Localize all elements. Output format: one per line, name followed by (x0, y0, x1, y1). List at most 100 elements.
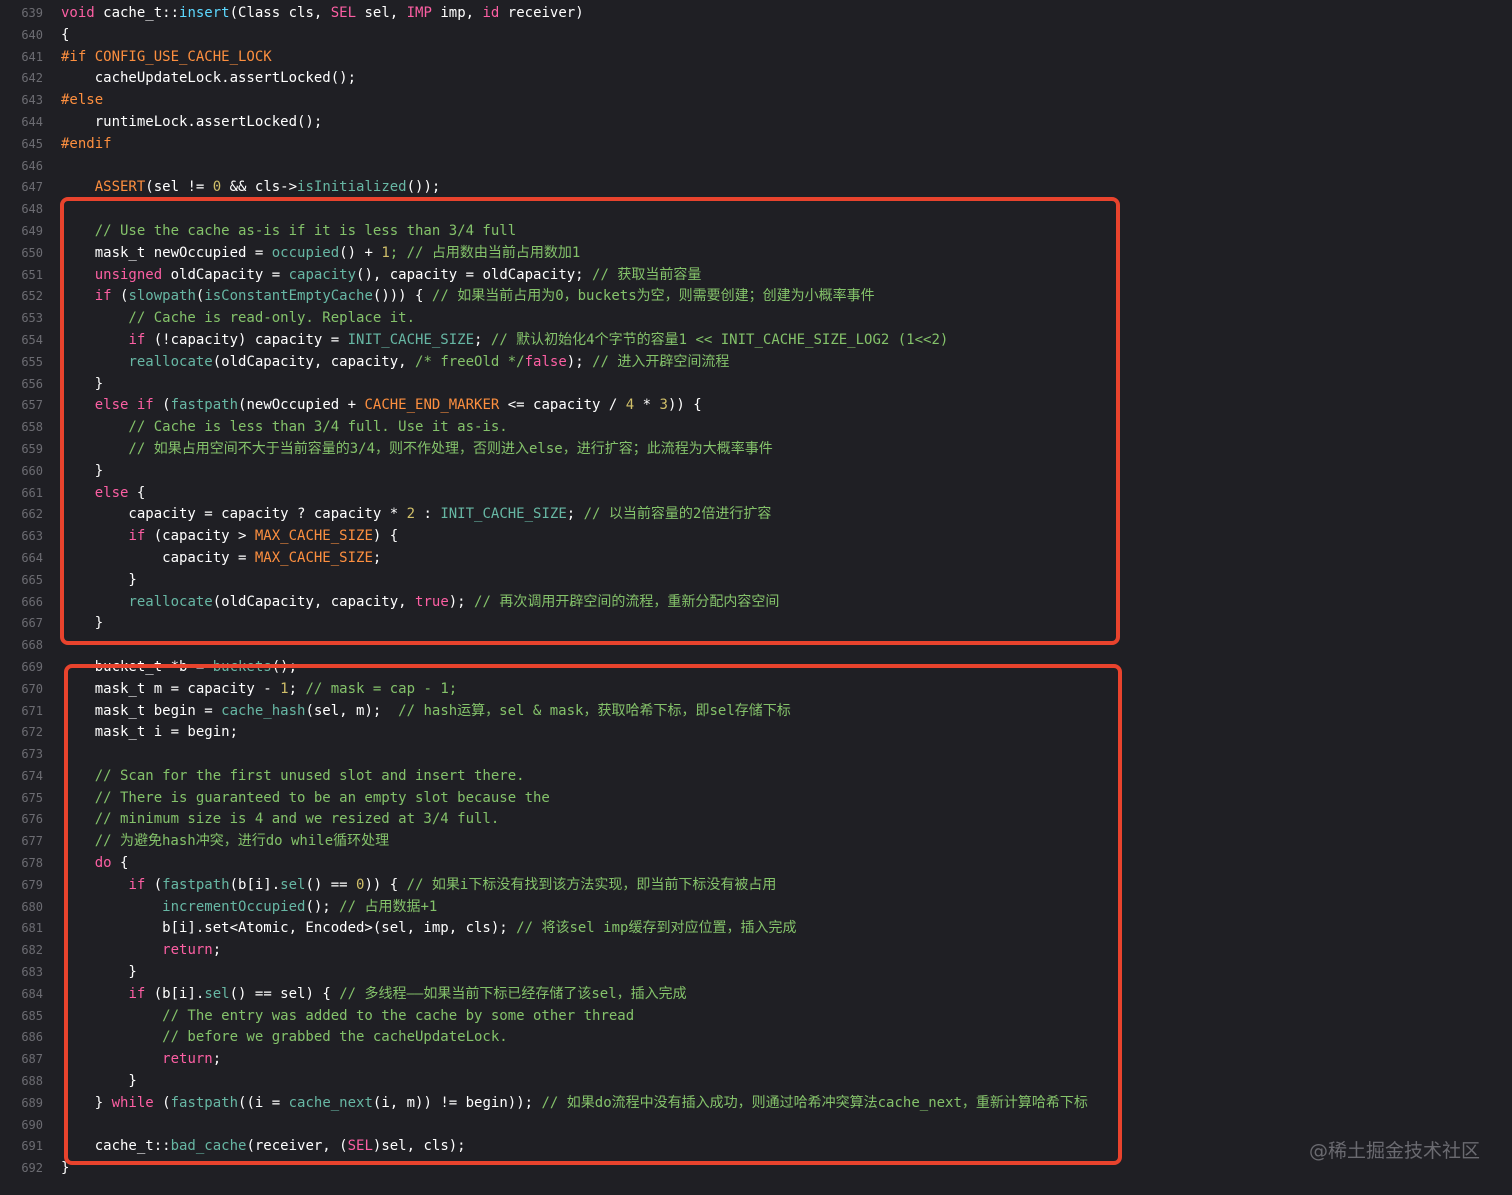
line-source: } (61, 1158, 69, 1180)
code-token: sel (204, 985, 230, 1002)
code-token: } (61, 462, 104, 479)
code-token: do (94, 855, 112, 872)
line-number: 689 (21, 1095, 43, 1110)
code-token: #else (61, 92, 104, 109)
code-editor[interactable]: 639 void cache_t::insert(Class cls, SEL s… (0, 0, 1512, 1195)
line-source: unsigned oldCapacity = capacity(), capac… (61, 265, 702, 287)
code-token: MAX_CACHE_SIZE (254, 549, 373, 566)
line-number: 666 (21, 594, 43, 609)
code-token: SEL (330, 5, 357, 21)
code-token: cache_t:: (94, 5, 180, 21)
line-source: do { (61, 853, 129, 875)
code-token: { (128, 484, 146, 501)
line-source: reallocate(oldCapacity, capacity, /* fre… (61, 352, 729, 374)
line-source: #endif (61, 134, 112, 156)
code-token: true (415, 593, 449, 610)
code-token: (!capacity) capacity = (145, 331, 348, 348)
line-number: 675 (21, 790, 43, 805)
code-token: if (94, 288, 112, 305)
code-token: ASSERT (94, 179, 146, 196)
code-token: reallocate (128, 353, 213, 370)
code-token: ; // 占用数由当前占用数加1 (389, 244, 581, 261)
code-token: // 进入开辟空间流程 (592, 353, 730, 370)
line-source: #else (61, 90, 103, 112)
code-token: fastpath (162, 876, 230, 893)
line-number: 665 (21, 572, 43, 587)
line-source: cacheUpdateLock.assertLocked(); (61, 68, 356, 90)
line-number: 680 (21, 899, 43, 914)
line-number: 659 (21, 441, 43, 456)
line-source: } (61, 962, 136, 984)
line-number: 668 (21, 638, 43, 653)
line-source: else { (61, 483, 146, 505)
line-source: } (61, 570, 136, 592)
line-source: if (b[i].sel() == sel) { // 多线程——如果当前下标已… (61, 984, 686, 1006)
code-token: // 默认初始化4个字节的容量1 << INIT_CACHE_SIZE_LOG2… (490, 331, 949, 348)
code-token: ; (288, 680, 306, 697)
line-source: return; (61, 940, 221, 962)
code-token: reallocate (128, 593, 213, 610)
line-number: 640 (21, 27, 43, 42)
code-token: ; (474, 331, 491, 348)
code-token: // 获取当前容量 (592, 266, 702, 283)
line-source: mask_t i = begin; (61, 722, 238, 744)
code-token: ); (566, 353, 593, 370)
code-token: // 以当前容量的2倍进行扩容 (583, 506, 772, 523)
code-token: { (111, 855, 129, 872)
code-token: cache_t:: (61, 1138, 171, 1155)
line-number: 671 (21, 703, 43, 718)
code-token: () + (339, 244, 382, 261)
code-token: else (94, 484, 129, 501)
line-number: 657 (21, 398, 43, 413)
line-number: 644 (21, 114, 43, 129)
line-number: 660 (21, 463, 43, 478)
code-token: // 再次调用开辟空间的流程，重新分配内容空间 (474, 593, 780, 610)
line-source: incrementOccupied(); // 占用数据+1 (61, 897, 437, 919)
line-number: 677 (21, 834, 43, 849)
code-token: () == (305, 876, 357, 893)
code-token: (), capacity = oldCapacity; (356, 266, 593, 283)
code-token: ( (111, 288, 129, 305)
code-token: <= capacity / (499, 397, 626, 414)
code-token: slowpath (128, 288, 196, 305)
code-token: ( (153, 1094, 171, 1111)
code-token: while (111, 1094, 154, 1111)
line-source: runtimeLock.assertLocked(); (61, 112, 323, 134)
line-source: // The entry was added to the cache by s… (61, 1006, 634, 1028)
code-token: #endif (61, 135, 112, 152)
line-source: // Cache is read-only. Replace it. (61, 308, 415, 330)
line-number: 678 (21, 856, 43, 871)
code-token: // before we grabbed the cacheUpdateLock… (61, 1029, 508, 1046)
code-token: capacity = (61, 549, 255, 566)
line-source: mask_t begin = cache_hash(sel, m); // ha… (61, 701, 791, 723)
code-token: )sel, cls); (372, 1138, 466, 1155)
code-token: // 如果当前占用为0，buckets为空，则需要创建；创建为小概率事件 (431, 288, 875, 305)
line-source: capacity = MAX_CACHE_SIZE; (61, 548, 381, 570)
code-token: sel (280, 876, 306, 893)
code-token: 1 (381, 244, 390, 261)
code-token: insert (179, 5, 230, 21)
line-number: 679 (21, 877, 43, 892)
code-token: mask_t m = capacity - (61, 680, 281, 697)
line-number: 676 (21, 812, 43, 827)
code-token: bad_cache (170, 1138, 247, 1155)
code-token: } (61, 615, 104, 632)
line-number: 651 (21, 267, 43, 282)
line-source: // before we grabbed the cacheUpdateLock… (61, 1027, 508, 1049)
code-token: (); (271, 658, 298, 675)
code-token: ; (212, 942, 222, 959)
code-token: // Use the cache as-is if it is less tha… (61, 222, 517, 239)
line-source: } while (fastpath((i = cache_next(i, m))… (61, 1093, 1088, 1115)
code-token: newOccupied = (153, 244, 272, 261)
code-token: receiver) (499, 5, 584, 21)
code-token: ; (372, 549, 382, 566)
line-number: 663 (21, 529, 43, 544)
code-token: 4 (625, 397, 635, 414)
code-token: // minimum size is 4 and we resized at 3… (61, 811, 500, 828)
line-number: 683 (21, 965, 43, 980)
line-source: } (61, 613, 103, 635)
